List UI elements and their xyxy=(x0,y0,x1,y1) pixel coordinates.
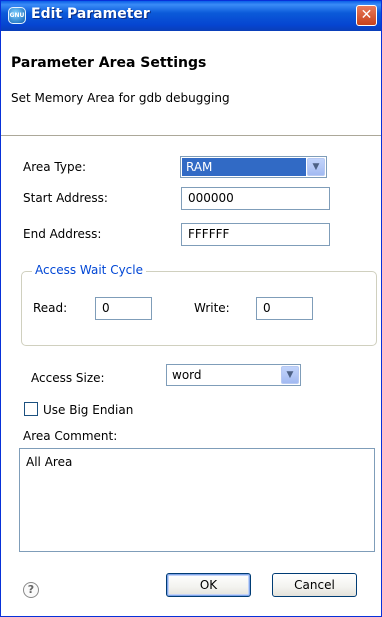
gnu-app-icon: GNU xyxy=(8,7,26,24)
access-size-label: Access Size: xyxy=(31,371,105,385)
big-endian-label[interactable]: Use Big Endian xyxy=(43,403,133,417)
title-bar[interactable]: GNU Edit Parameter ✕ xyxy=(1,1,381,31)
area-type-label: Area Type: xyxy=(23,160,87,174)
close-button[interactable]: ✕ xyxy=(356,5,377,26)
write-label: Write: xyxy=(194,301,230,315)
read-field[interactable]: 0 xyxy=(95,297,152,320)
window-title: Edit Parameter xyxy=(31,6,150,22)
dialog-header: Parameter Area Settings Set Memory Area … xyxy=(1,31,381,136)
start-address-field[interactable]: 000000 xyxy=(181,187,330,210)
read-label: Read: xyxy=(33,301,68,315)
access-wait-cycle-title: Access Wait Cycle xyxy=(32,263,146,277)
access-wait-cycle-group: Access Wait Cycle Read: 0 Write: 0 xyxy=(21,263,377,346)
big-endian-checkbox[interactable] xyxy=(24,402,38,416)
form-area: Area Type: RAM ▼ Start Address: 000000 E… xyxy=(1,136,381,616)
area-comment-field[interactable]: All Area xyxy=(19,448,375,552)
access-size-select[interactable]: word ▼ xyxy=(166,364,301,386)
edit-parameter-dialog: GNU Edit Parameter ✕ Parameter Area Sett… xyxy=(0,0,382,617)
write-field[interactable]: 0 xyxy=(256,297,313,320)
cancel-button[interactable]: Cancel xyxy=(272,573,357,597)
end-address-label: End Address: xyxy=(23,227,102,241)
chevron-down-icon[interactable]: ▼ xyxy=(307,158,325,176)
chevron-down-icon[interactable]: ▼ xyxy=(281,366,299,384)
ok-button[interactable]: OK xyxy=(166,573,251,597)
page-title: Parameter Area Settings xyxy=(11,55,207,71)
page-description: Set Memory Area for gdb debugging xyxy=(11,91,230,105)
close-icon: ✕ xyxy=(360,7,373,23)
end-address-field[interactable]: FFFFFF xyxy=(181,223,330,246)
start-address-label: Start Address: xyxy=(23,191,108,205)
area-type-select[interactable]: RAM ▼ xyxy=(180,156,327,178)
access-size-value: word xyxy=(172,368,202,382)
area-comment-label: Area Comment: xyxy=(23,429,118,443)
area-type-value: RAM xyxy=(182,158,306,176)
help-icon[interactable]: ? xyxy=(23,582,39,598)
